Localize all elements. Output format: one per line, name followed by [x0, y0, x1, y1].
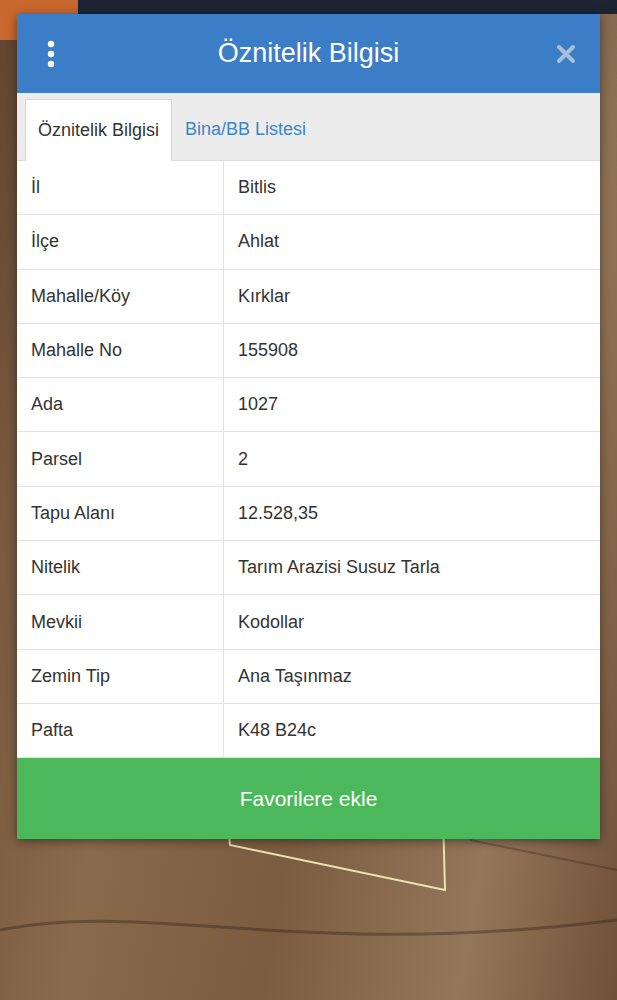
attribute-row: Tapu Alanı12.528,35: [17, 487, 600, 541]
attribute-value: Ahlat: [224, 215, 600, 268]
add-favorites-button[interactable]: Favorilere ekle: [17, 758, 600, 839]
attribute-value: 155908: [224, 324, 600, 377]
attribute-name: Parsel: [17, 432, 224, 485]
attribute-value: Ana Taşınmaz: [224, 650, 600, 703]
map-view[interactable]: Öznitelik BilgisiÖznitelik BilgisiBina/B…: [0, 0, 617, 1000]
attribute-table: İlBitlisİlçeAhlatMahalle/KöyKırklarMahal…: [17, 161, 600, 758]
attribute-row: Mahalle No155908: [17, 324, 600, 378]
attribute-name: Mevkii: [17, 595, 224, 648]
attribute-name: İl: [17, 161, 224, 214]
attribute-row: Zemin TipAna Taşınmaz: [17, 650, 600, 704]
close-icon[interactable]: [556, 44, 576, 64]
attribute-row: MevkiiKodollar: [17, 595, 600, 649]
attribute-row: Ada1027: [17, 378, 600, 432]
attribute-value: 2: [224, 432, 600, 485]
attribute-name: Mahalle No: [17, 324, 224, 377]
attribute-row: İlçeAhlat: [17, 215, 600, 269]
attribute-row: NitelikTarım Arazisi Susuz Tarla: [17, 541, 600, 595]
menu-icon[interactable]: [47, 40, 55, 68]
attribute-value: 12.528,35: [224, 487, 600, 540]
attribute-name: Mahalle/Köy: [17, 270, 224, 323]
attribute-value: Bitlis: [224, 161, 600, 214]
attribute-value: Kodollar: [224, 595, 600, 648]
attribute-row: Parsel2: [17, 432, 600, 486]
attribute-row: Mahalle/KöyKırklar: [17, 270, 600, 324]
attribute-row: PaftaK48 B24c: [17, 704, 600, 758]
top-bar: [0, 0, 617, 14]
attribute-name: Zemin Tip: [17, 650, 224, 703]
attribute-value: Tarım Arazisi Susuz Tarla: [224, 541, 600, 594]
attribute-name: Nitelik: [17, 541, 224, 594]
attribute-name: Tapu Alanı: [17, 487, 224, 540]
attribute-name: Ada: [17, 378, 224, 431]
attribute-value: Kırklar: [224, 270, 600, 323]
attribute-name: Pafta: [17, 704, 224, 757]
attribute-name: İlçe: [17, 215, 224, 268]
tab[interactable]: Bina/BB Listesi: [172, 98, 319, 160]
close-button[interactable]: [546, 44, 586, 64]
attribute-dialog: Öznitelik BilgisiÖznitelik BilgisiBina/B…: [17, 14, 600, 839]
tab[interactable]: Öznitelik Bilgisi: [25, 99, 172, 161]
attribute-value: 1027: [224, 378, 600, 431]
attribute-row: İlBitlis: [17, 161, 600, 215]
attribute-value: K48 B24c: [224, 704, 600, 757]
menu-button[interactable]: [31, 40, 71, 68]
dialog-title: Öznitelik Bilgisi: [71, 37, 546, 69]
tab-bar: Öznitelik BilgisiBina/BB Listesi: [17, 93, 600, 161]
dialog-header: Öznitelik Bilgisi: [17, 14, 600, 93]
